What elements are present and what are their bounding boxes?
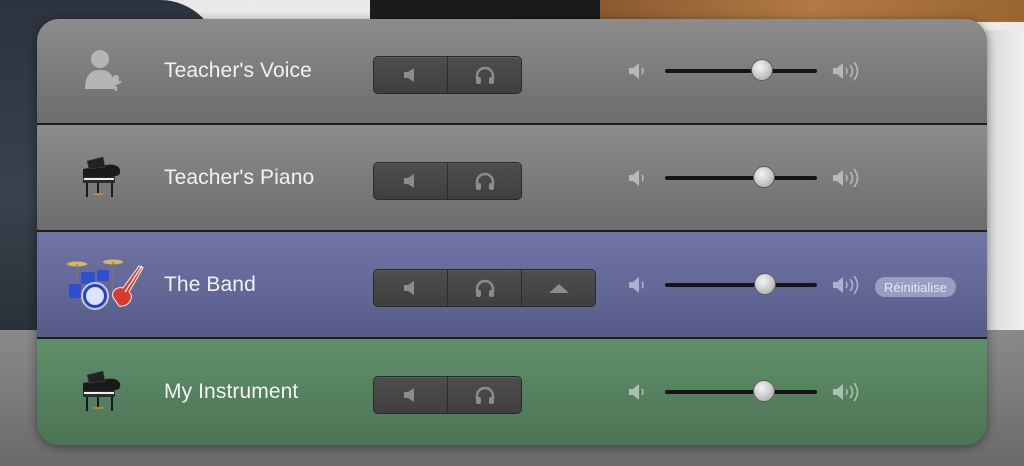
track-mixer-panel: Teacher's Voice Teacher's Piano The Band… [37,19,987,445]
grand-piano-icon [77,151,131,205]
volume-high-icon [833,61,859,81]
headphones-icon [475,386,494,404]
solo-headphones-button[interactable] [448,163,521,199]
volume-high-icon [833,168,859,187]
solo-headphones-button[interactable] [448,377,521,413]
volume-slider[interactable] [665,165,817,190]
track-row-my-instrument: My Instrument [37,339,987,445]
mute-button[interactable] [374,57,448,93]
slider-track [665,69,817,73]
track-row-teachers-piano: Teacher's Piano [37,125,987,232]
slider-track [665,390,817,394]
teacher-voice-icon [77,45,131,99]
band-icon [63,256,147,314]
volume-control [627,19,865,123]
triangle-up-icon [548,284,569,293]
track-control-group [373,269,596,307]
slider-track [665,282,817,287]
slider-track [665,175,817,180]
slider-knob[interactable] [752,380,775,402]
volume-high-icon [833,275,859,294]
track-label: My Instrument [164,380,299,403]
headphones-icon [475,66,494,84]
track-row-the-band: The Band Réinitialise [37,232,987,339]
headphones-icon [475,279,494,297]
volume-control [627,232,865,337]
reset-button[interactable]: Réinitialise [875,277,956,297]
volume-control [627,339,865,445]
expand-button[interactable] [522,270,595,306]
volume-control [627,125,865,230]
volume-high-icon [833,382,859,402]
track-label: Teacher's Voice [164,59,312,82]
slider-knob[interactable] [752,165,775,188]
track-control-group [373,162,522,200]
grand-piano-icon [77,365,131,419]
volume-slider[interactable] [665,272,817,297]
track-control-group [373,376,522,414]
slider-knob[interactable] [754,272,777,295]
track-row-teachers-voice: Teacher's Voice [37,19,987,125]
track-control-group [373,56,522,94]
volume-low-icon [629,169,644,186]
slider-knob[interactable] [751,59,774,81]
speaker-icon [403,388,414,402]
speaker-icon [403,68,414,82]
volume-slider[interactable] [665,59,817,83]
mute-button[interactable] [374,163,448,199]
headphones-icon [475,172,494,190]
track-label: The Band [164,272,256,296]
track-label: Teacher's Piano [164,165,315,189]
mute-button[interactable] [374,377,448,413]
volume-slider[interactable] [665,380,817,404]
speaker-icon [403,174,414,188]
speaker-icon [403,281,414,295]
volume-low-icon [629,384,644,400]
volume-low-icon [629,276,644,293]
background-stand [985,30,1024,330]
solo-headphones-button[interactable] [448,57,521,93]
background-piano [370,0,600,20]
mute-button[interactable] [374,270,448,306]
volume-low-icon [629,63,644,79]
solo-headphones-button[interactable] [448,270,522,306]
